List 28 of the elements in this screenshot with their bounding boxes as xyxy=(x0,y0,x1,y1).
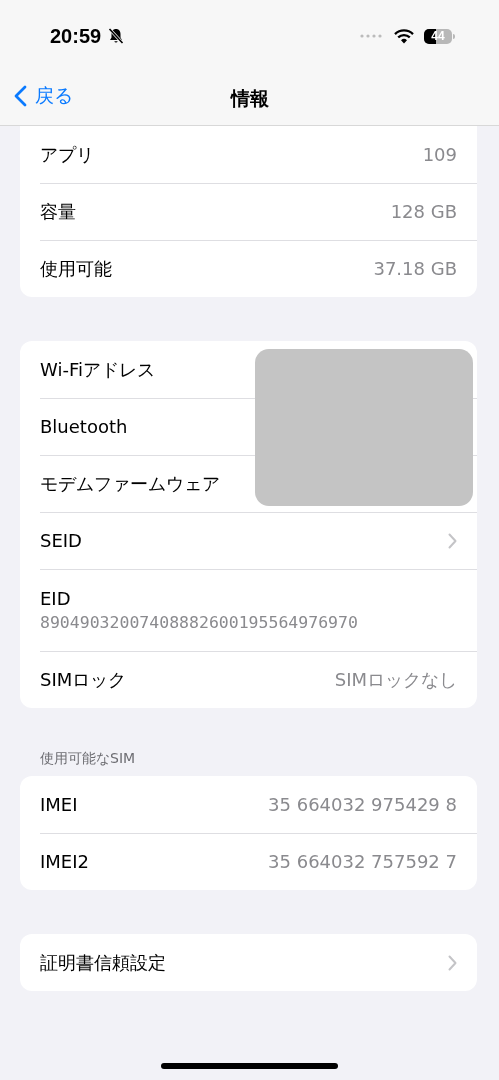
row-label: 容量 xyxy=(40,199,76,224)
chevron-icon xyxy=(448,532,457,549)
row-label: モデムファームウェア xyxy=(40,471,220,496)
back-chevron-icon xyxy=(14,85,27,107)
row-value: 37.18 GB xyxy=(373,258,457,279)
settings-row[interactable]: SEID xyxy=(20,512,477,569)
row-value: 89049032007408882600195564976970 xyxy=(40,613,358,632)
wifi-icon xyxy=(394,28,414,44)
status-time: 20:59 xyxy=(50,24,102,48)
row-label: IMEI xyxy=(40,794,78,815)
row-value: 109 xyxy=(422,144,457,165)
row-label: SIMロック xyxy=(40,667,127,692)
row-label: アプリ xyxy=(40,142,94,167)
row-value: 35 664032 975429 8 xyxy=(268,794,457,815)
back-button[interactable]: 戻る xyxy=(12,81,75,111)
nav-title: 情報 xyxy=(230,85,269,111)
row-value: 35 664032 757592 7 xyxy=(268,851,457,872)
section-header: 使用可能なSIM xyxy=(39,749,137,768)
settings-row[interactable]: 証明書信頼設定 xyxy=(20,934,477,991)
row-label: IMEI2 xyxy=(40,851,89,872)
row-value: 128 GB xyxy=(390,201,457,222)
row-value: SIMロックなし xyxy=(334,667,457,692)
row-label: EID xyxy=(40,588,71,609)
row-label: 使用可能 xyxy=(40,256,112,281)
chevron-icon xyxy=(448,954,457,971)
cellular-signal-icon xyxy=(360,33,382,39)
row-label: Bluetooth xyxy=(40,416,128,437)
row-label: Wi-Fiアドレス xyxy=(40,357,155,382)
